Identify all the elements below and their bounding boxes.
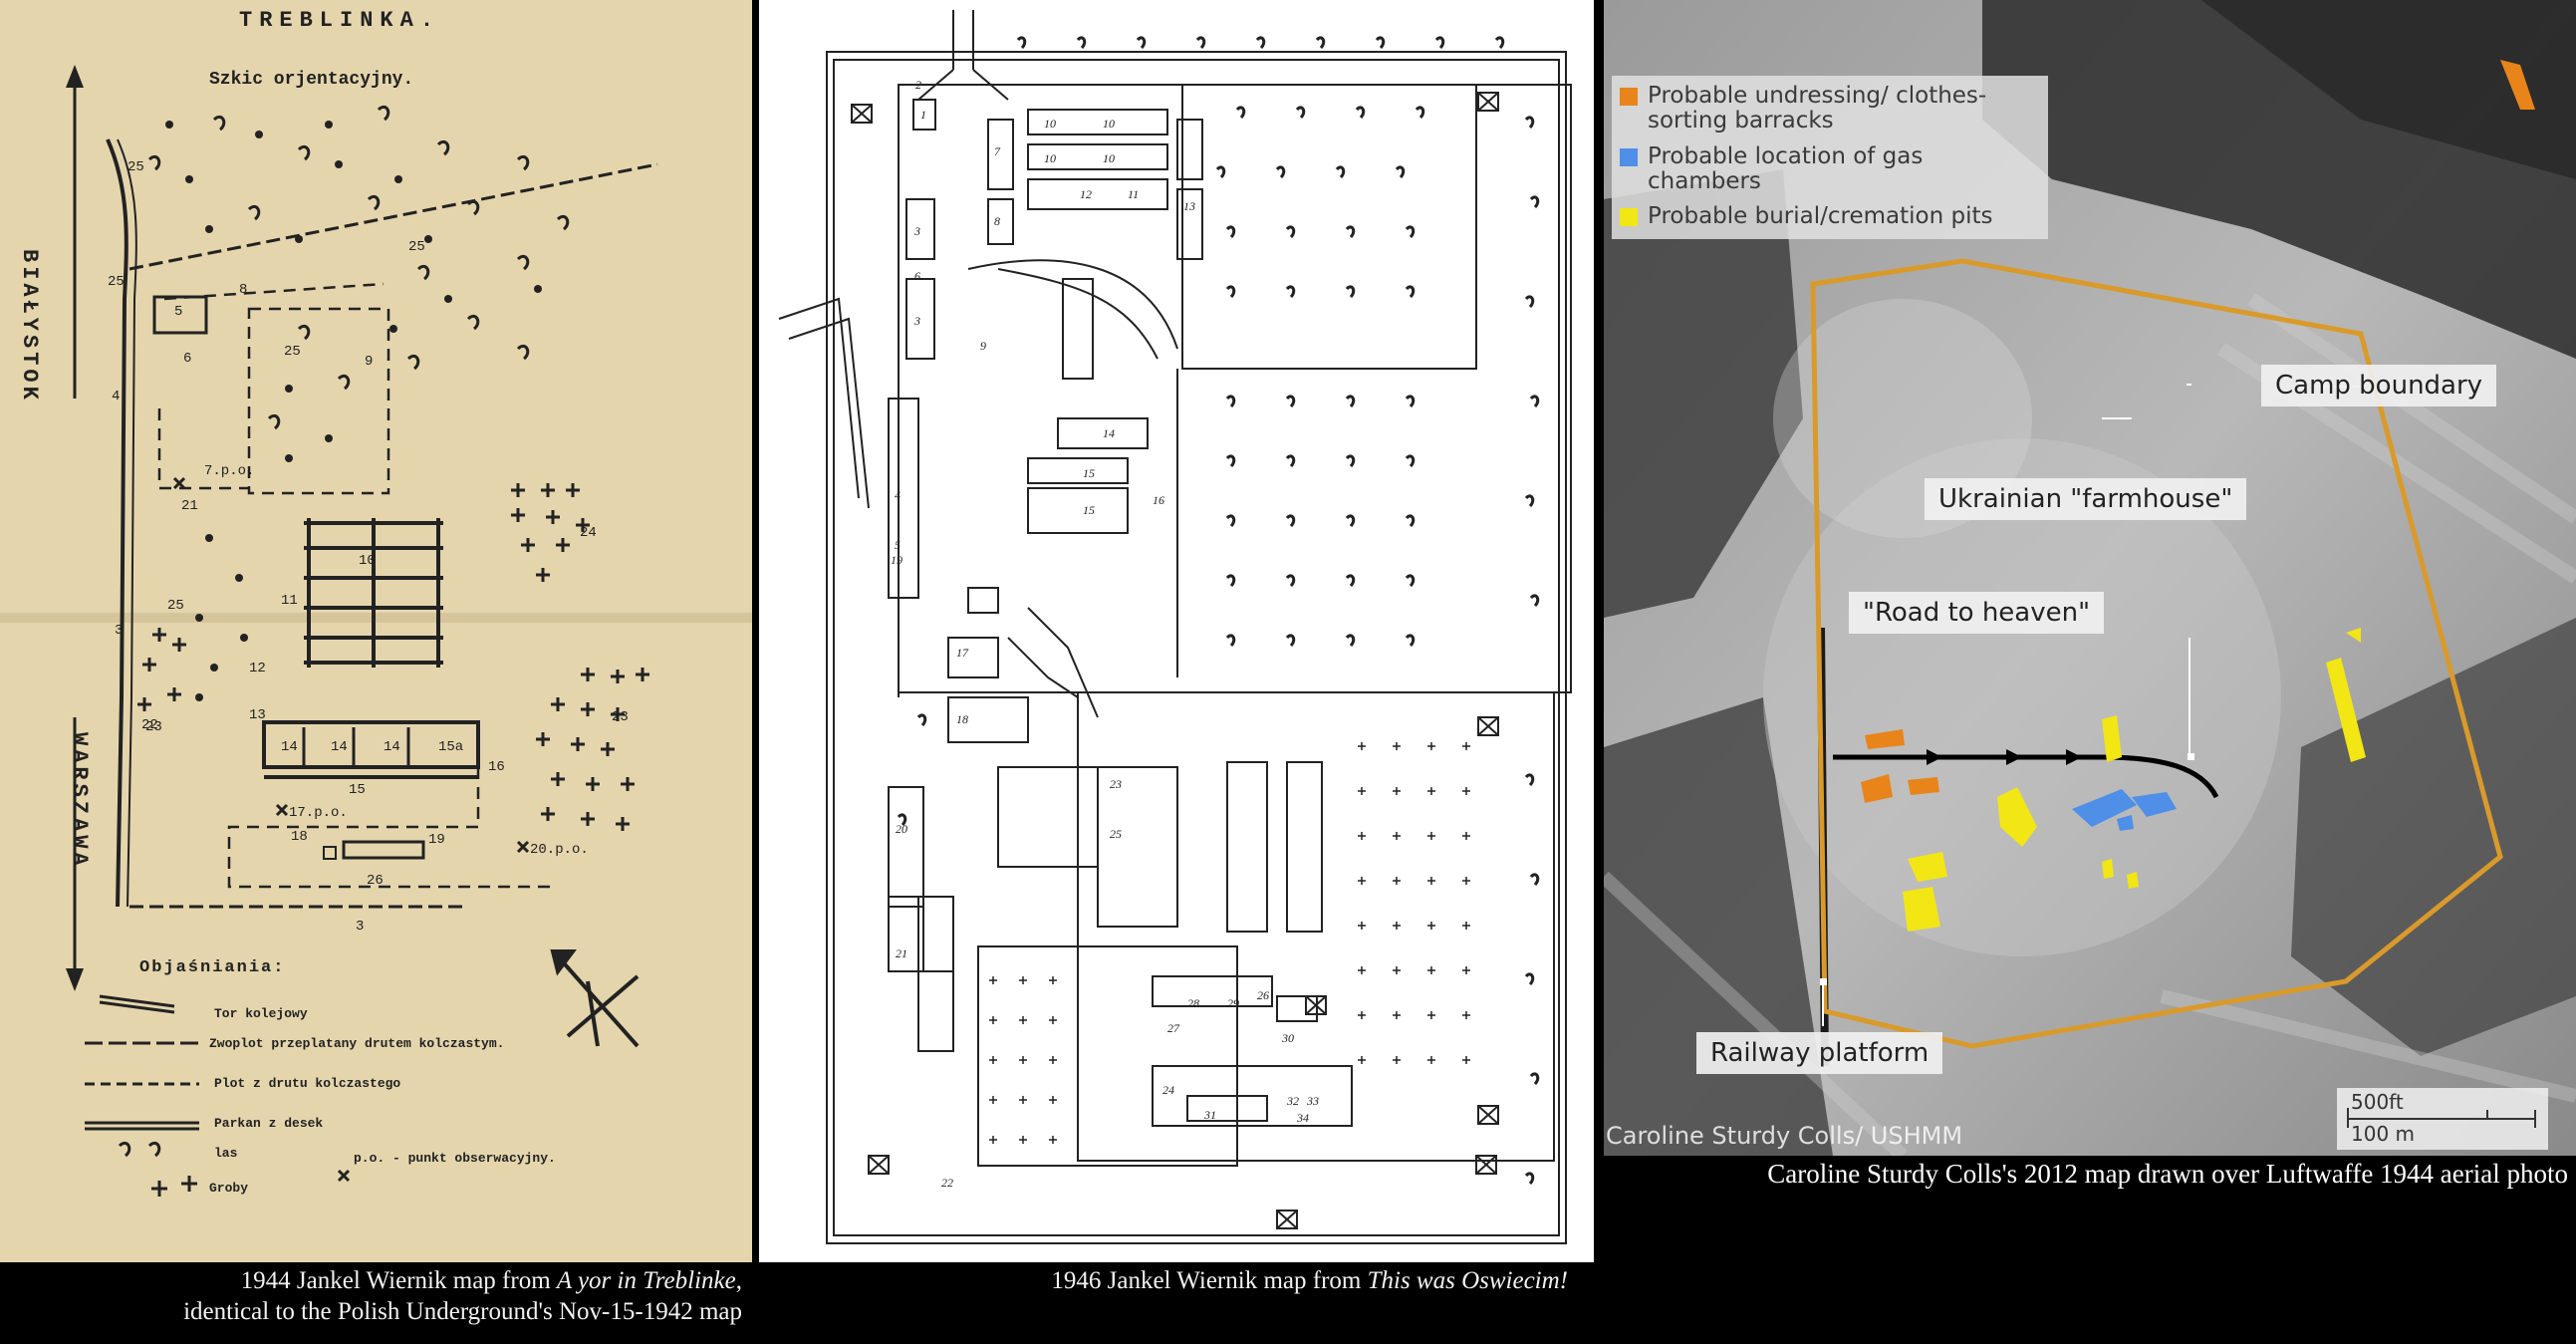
caption-panel-1: 1944 Jankel Wiernik map from A yor in Tr… [0, 1265, 742, 1328]
scale-label-m: 100 m [2351, 1122, 2416, 1146]
plan-label: 31 [1204, 1108, 1216, 1122]
plan-label: 25 [1110, 827, 1122, 841]
panel-1946-map: 1 2 3 3 4 5 6 7 8 9 10 10 10 10 11 12 13… [759, 0, 1594, 1262]
plan-label: 26 [1257, 988, 1269, 1002]
label-camp-boundary: Camp boundary [2261, 365, 2497, 406]
yellow-swatch-icon [1620, 208, 1638, 227]
plan-label: 34 [1297, 1111, 1309, 1125]
legend-item: las [214, 1146, 238, 1161]
plan-label: 14 [1103, 426, 1115, 440]
legend-item: Parkan z desek [214, 1116, 324, 1131]
plan-label: 7 [994, 144, 1000, 158]
plan-label: 10 [1044, 117, 1056, 131]
plan-label: 33 [1307, 1094, 1319, 1108]
plan-label: 3 [914, 314, 920, 328]
label-farmhouse: Ukrainian "farmhouse" [1925, 478, 2247, 520]
plan-label: 1 [920, 108, 926, 122]
plan-label: 22 [941, 1176, 953, 1190]
plan-label: 2 [915, 78, 921, 92]
plan-label: 15 [1083, 466, 1095, 480]
plan-label: 19 [891, 553, 902, 567]
plan-label: 21 [896, 946, 907, 960]
legend-item-gas-chambers: Probable location of gas chambers [1620, 142, 2038, 195]
scale-label-ft: 500ft [2351, 1090, 2404, 1114]
legend-item: p.o. - punkt obserwacyjny. [354, 1151, 556, 1166]
legend-item: Zwoplot przeplatany drutem kolczastym. [209, 1036, 505, 1051]
caption-text: , [735, 1267, 742, 1294]
plan-label: 16 [1153, 493, 1164, 507]
map-legend-1944: Objaśniania: Tor kolejowy Zwoplot przepl… [0, 0, 752, 1262]
plan-label: 30 [1282, 1031, 1294, 1045]
plan-label: 18 [956, 712, 968, 726]
caption-text: 1944 Jankel Wiernik map from [240, 1267, 557, 1294]
legend-label: Probable undressing/ clothes-sorting bar… [1648, 83, 1987, 134]
plan-label: 17 [956, 646, 968, 660]
legend-item: Plot z drutu kolczastego [214, 1076, 401, 1091]
plan-label: 4 [895, 488, 901, 502]
legend-label: Probable burial/cremation pits [1648, 203, 1993, 230]
plan-label: 12 [1080, 187, 1092, 201]
plan-label: 24 [1162, 1083, 1174, 1097]
plan-label: 32 [1287, 1094, 1299, 1108]
plan-label: 20 [896, 822, 907, 836]
blue-swatch-icon [1620, 147, 1638, 166]
scale-bar: 500ft 100 m [2337, 1088, 2548, 1150]
caption-panel-3: Caroline Sturdy Colls's 2012 map drawn o… [1767, 1159, 2568, 1189]
caption-book-title: A yor in Treblinke [556, 1267, 736, 1294]
plan-label: 11 [1128, 187, 1140, 201]
caption-book-title: This was Oswiecim! [1367, 1267, 1568, 1294]
scale-tick [2347, 1108, 2349, 1128]
photo-credit: Caroline Sturdy Colls/ USHMM [1606, 1122, 1963, 1150]
legend-item: Groby [209, 1181, 249, 1196]
scale-line [2347, 1118, 2536, 1120]
plan-label: 15 [1083, 503, 1095, 517]
plan-label: 9 [980, 339, 986, 353]
plan-label: 23 [1110, 777, 1122, 791]
caption-panel-2: 1946 Jankel Wiernik map from This was Os… [759, 1265, 1568, 1296]
legend-label: Probable location of gas chambers [1648, 142, 1924, 194]
plan-label: 27 [1167, 1021, 1179, 1035]
plan-label: 10 [1044, 151, 1056, 165]
label-road-to-heaven: "Road to heaven" [1849, 592, 2105, 634]
composite-figure: TREBLINKA. Szkic orjentacyjny. BIAŁYSTOK… [0, 0, 2576, 1344]
caption-text: identical to the Polish Underground's No… [183, 1298, 742, 1326]
label-railway-platform: Railway platform [1696, 1032, 1943, 1074]
legend-item: Tor kolejowy [214, 1006, 308, 1021]
scale-tick [2486, 1110, 2488, 1120]
legend-item-barracks: Probable undressing/ clothes-sorting bar… [1620, 83, 2038, 134]
plan-number-labels: 1 2 3 3 4 5 6 7 8 9 10 10 10 10 11 12 13… [759, 0, 1594, 1262]
panel-1944-map: TREBLINKA. Szkic orjentacyjny. BIAŁYSTOK… [0, 0, 752, 1262]
plan-label: 29 [1227, 996, 1239, 1010]
plan-label: 8 [994, 214, 1000, 228]
plan-label: 5 [895, 538, 901, 552]
orange-swatch-icon [1620, 88, 1638, 106]
aerial-legend: Probable undressing/ clothes-sorting bar… [1612, 76, 2048, 240]
legend-title: Objaśniania: [139, 958, 286, 977]
plan-label: 10 [1103, 151, 1115, 165]
plan-label: 28 [1187, 996, 1199, 1010]
legend-item-pits: Probable burial/cremation pits [1620, 203, 2038, 230]
scale-tick [2534, 1110, 2536, 1128]
plan-label: 13 [1183, 199, 1195, 213]
plan-label: 6 [914, 269, 920, 283]
plan-label: 10 [1103, 117, 1115, 131]
caption-text: 1946 Jankel Wiernik map from [1051, 1267, 1368, 1294]
plan-label: 3 [914, 224, 920, 238]
